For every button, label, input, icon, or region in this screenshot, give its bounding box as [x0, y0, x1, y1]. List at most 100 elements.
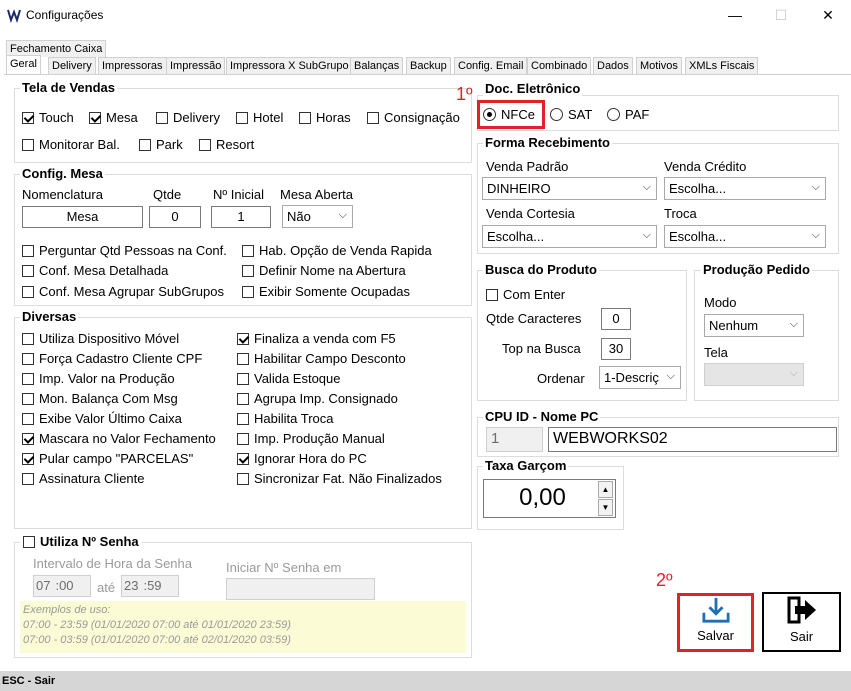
checkbox-utiliza-senha-box[interactable]	[23, 535, 35, 548]
checkbox-monitorar-bal[interactable]: Monitorar Bal.	[22, 137, 120, 152]
checkbox-mesa[interactable]: Mesa	[89, 110, 138, 125]
tab-impressao[interactable]: Impressão	[166, 57, 226, 74]
checkbox-consignacao[interactable]: Consignação	[367, 110, 460, 125]
tab-dados[interactable]: Dados	[593, 57, 633, 74]
checkbox-delivery[interactable]: Delivery	[156, 110, 220, 125]
top-busca-input[interactable]: 30	[601, 338, 631, 360]
tab-delivery[interactable]: Delivery	[48, 57, 96, 74]
venda-cortesia-select[interactable]: Escolha... ⌵	[482, 225, 657, 248]
checkbox-pular-parcelas[interactable]: Pular campo "PARCELAS"	[22, 451, 193, 466]
checkbox-touch-box[interactable]	[22, 111, 34, 124]
checkbox-assinatura-cliente-box[interactable]	[22, 472, 34, 485]
troca-select[interactable]: Escolha... ⌵	[664, 225, 826, 248]
checkbox-forca-cadastro-cpf[interactable]: Força Cadastro Cliente CPF	[22, 351, 202, 366]
checkbox-touch[interactable]: Touch	[22, 110, 74, 125]
tab-impressora-subgrupo[interactable]: Impressora X SubGrupo	[226, 57, 353, 74]
close-button[interactable]: ✕	[805, 0, 851, 30]
checkbox-sincronizar-fat-box[interactable]	[237, 472, 249, 485]
nomenclatura-input[interactable]: Mesa	[22, 206, 143, 228]
checkbox-producao-manual[interactable]: Imp. Produção Manual	[237, 431, 385, 446]
tab-geral[interactable]: Geral	[6, 55, 41, 75]
checkbox-imp-valor-producao-box[interactable]	[22, 372, 34, 385]
checkbox-habilita-troca[interactable]: Habilita Troca	[237, 411, 333, 426]
checkbox-definir-nome-abertura-box[interactable]	[242, 264, 254, 277]
tab-impressoras[interactable]: Impressoras	[98, 57, 167, 74]
checkbox-hotel-box[interactable]	[236, 111, 248, 124]
checkbox-com-enter[interactable]: Com Enter	[486, 287, 565, 302]
minimize-button[interactable]: —	[712, 0, 758, 30]
checkbox-assinatura-cliente[interactable]: Assinatura Cliente	[22, 471, 145, 486]
checkbox-producao-manual-box[interactable]	[237, 432, 249, 445]
checkbox-campo-desconto[interactable]: Habilitar Campo Desconto	[237, 351, 406, 366]
checkbox-sincronizar-fat[interactable]: Sincronizar Fat. Não Finalizados	[237, 471, 442, 486]
checkbox-habilita-troca-box[interactable]	[237, 412, 249, 425]
checkbox-mesa-box[interactable]	[89, 111, 101, 124]
checkbox-agrupar-subgrupos[interactable]: Conf. Mesa Agrupar SubGrupos	[22, 284, 224, 299]
radio-sat-dot[interactable]	[550, 108, 563, 121]
venda-credito-select[interactable]: Escolha... ⌵	[664, 177, 826, 200]
checkbox-park-box[interactable]	[139, 138, 151, 151]
checkbox-mesa-detalhada[interactable]: Conf. Mesa Detalhada	[22, 263, 168, 278]
checkbox-agrupa-consignado-box[interactable]	[237, 392, 249, 405]
checkbox-venda-rapida-box[interactable]	[242, 244, 254, 257]
checkbox-campo-desconto-box[interactable]	[237, 352, 249, 365]
checkbox-agrupar-subgrupos-box[interactable]	[22, 285, 34, 298]
checkbox-resort-box[interactable]	[199, 138, 211, 151]
checkbox-valida-estoque[interactable]: Valida Estoque	[237, 371, 341, 386]
checkbox-venda-rapida[interactable]: Hab. Opção de Venda Rapida	[242, 243, 432, 258]
checkbox-ignorar-hora-pc-box[interactable]	[237, 452, 249, 465]
sair-button[interactable]: Sair	[762, 592, 841, 652]
checkbox-dispositivo-movel-box[interactable]	[22, 332, 34, 345]
checkbox-somente-ocupadas[interactable]: Exibir Somente Ocupadas	[242, 284, 410, 299]
checkbox-ignorar-hora-pc[interactable]: Ignorar Hora do PC	[237, 451, 367, 466]
checkbox-mon-balanca-msg[interactable]: Mon. Balança Com Msg	[22, 391, 178, 406]
checkbox-agrupa-consignado[interactable]: Agrupa Imp. Consignado	[237, 391, 398, 406]
mesa-aberta-select[interactable]: Não ⌵	[282, 205, 353, 228]
tab-xmls-fiscais[interactable]: XMLs Fiscais	[685, 57, 759, 74]
venda-padrao-select[interactable]: DINHEIRO ⌵	[482, 177, 657, 200]
checkbox-finaliza-f5-box[interactable]	[237, 332, 249, 345]
radio-sat[interactable]: SAT	[550, 107, 592, 122]
checkbox-perguntar-qtd-pessoas-box[interactable]	[22, 244, 34, 257]
radio-paf[interactable]: PAF	[607, 107, 649, 122]
checkbox-pular-parcelas-box[interactable]	[22, 452, 34, 465]
checkbox-consignacao-box[interactable]	[367, 111, 379, 124]
checkbox-com-enter-box[interactable]	[486, 288, 498, 301]
checkbox-horas[interactable]: Horas	[299, 110, 351, 125]
radio-paf-dot[interactable]	[607, 108, 620, 121]
ordenar-select[interactable]: 1-Descriç ⌵	[599, 366, 681, 389]
qtde-caracteres-input[interactable]: 0	[601, 308, 631, 330]
checkbox-finaliza-f5[interactable]: Finaliza a venda com F5	[237, 331, 396, 346]
checkbox-monitorar-bal-box[interactable]	[22, 138, 34, 151]
checkbox-forca-cadastro-cpf-box[interactable]	[22, 352, 34, 365]
tab-backup[interactable]: Backup	[406, 57, 451, 74]
tab-combinado[interactable]: Combinado	[527, 57, 592, 74]
checkbox-valor-ultimo-caixa-box[interactable]	[22, 412, 34, 425]
tab-motivos[interactable]: Motivos	[636, 57, 682, 74]
checkbox-mascara-valor-fechamento[interactable]: Mascara no Valor Fechamento	[22, 431, 216, 446]
checkbox-park[interactable]: Park	[139, 137, 183, 152]
checkbox-mesa-detalhada-box[interactable]	[22, 264, 34, 277]
numero-inicial-input[interactable]: 1	[211, 206, 271, 228]
checkbox-mon-balanca-msg-box[interactable]	[22, 392, 34, 405]
spin-down-icon[interactable]: ▼	[598, 499, 613, 516]
salvar-button[interactable]: Salvar	[677, 593, 754, 652]
pc-name-input[interactable]: WEBWORKS02	[548, 427, 837, 452]
qtde-input[interactable]: 0	[149, 206, 201, 228]
checkbox-imp-valor-producao[interactable]: Imp. Valor na Produção	[22, 371, 175, 386]
checkbox-mascara-valor-fechamento-box[interactable]	[22, 432, 34, 445]
checkbox-valor-ultimo-caixa[interactable]: Exibe Valor Último Caixa	[22, 411, 182, 426]
checkbox-definir-nome-abertura[interactable]: Definir Nome na Abertura	[242, 263, 406, 278]
checkbox-somente-ocupadas-box[interactable]	[242, 285, 254, 298]
spin-up-icon[interactable]: ▲	[598, 481, 613, 498]
checkbox-horas-box[interactable]	[299, 111, 311, 124]
checkbox-hotel[interactable]: Hotel	[236, 110, 283, 125]
checkbox-dispositivo-movel[interactable]: Utiliza Dispositivo Móvel	[22, 331, 179, 346]
modo-select[interactable]: Nenhum ⌵	[704, 314, 804, 337]
checkbox-valida-estoque-box[interactable]	[237, 372, 249, 385]
checkbox-resort[interactable]: Resort	[199, 137, 254, 152]
checkbox-perguntar-qtd-pessoas[interactable]: Perguntar Qtd Pessoas na Conf.	[22, 243, 227, 258]
tab-config-email[interactable]: Config. Email	[454, 57, 528, 74]
checkbox-delivery-box[interactable]	[156, 111, 168, 124]
tab-balancas[interactable]: Balanças	[350, 57, 404, 74]
